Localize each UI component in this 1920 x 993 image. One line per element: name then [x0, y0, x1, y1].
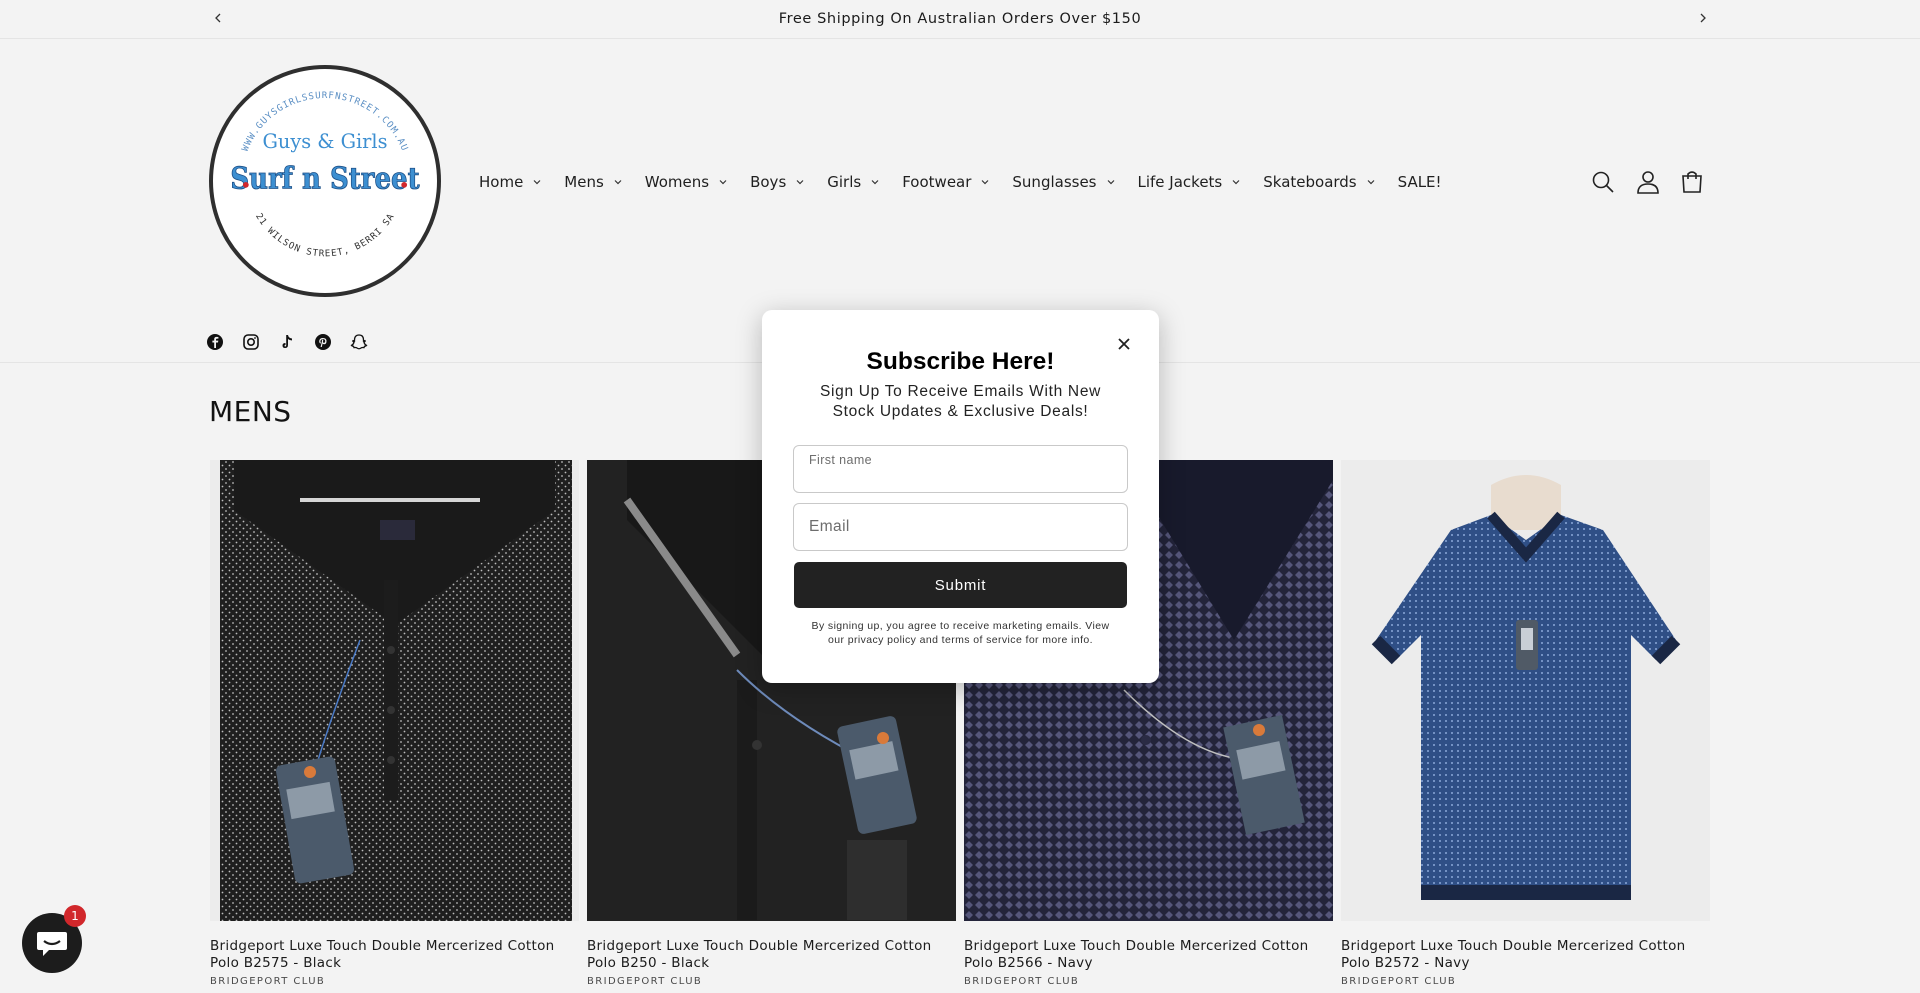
- nav-item-mens[interactable]: Mens: [564, 173, 623, 191]
- product-card[interactable]: Bridgeport Luxe Touch Double Mercerized …: [1341, 460, 1710, 987]
- chat-bubble-icon: [37, 932, 67, 956]
- popup-subheading: Sign Up To Receive Emails With New Stock…: [819, 383, 1102, 420]
- main-nav: Home Mens Womens Boys Girls Footwear Sun…: [479, 170, 1464, 194]
- announcement-prev-button[interactable]: [208, 8, 228, 28]
- cart-icon: [1682, 171, 1702, 193]
- product-card[interactable]: Bridgeport Luxe Touch Double Mercerized …: [210, 460, 579, 987]
- submit-button[interactable]: Submit: [794, 562, 1127, 608]
- nav-item-life-jackets[interactable]: Life Jackets: [1138, 173, 1242, 191]
- product-photo-black-patterned-polo: [210, 460, 579, 921]
- chevron-down-icon: [719, 180, 727, 185]
- chevron-down-icon: [533, 180, 541, 185]
- chevron-down-icon: [871, 180, 879, 185]
- nav-item-label: Home: [479, 173, 524, 191]
- tiktok-icon: [282, 335, 292, 348]
- popup-legal-text: By signing up, you agree to receive mark…: [811, 620, 1110, 646]
- product-vendor: BRIDGEPORT CLUB: [210, 976, 326, 987]
- cart-button[interactable]: [1679, 169, 1705, 195]
- logo-line2: Surf n Street: [230, 162, 419, 197]
- nav-item-home[interactable]: Home: [479, 173, 542, 191]
- logo-image: WWW.GUYSGIRLSSURFNSTREET.COM.AU 21 WILSO…: [230, 90, 420, 259]
- snapchat-icon: [350, 334, 368, 350]
- product-title[interactable]: Bridgeport Luxe Touch Double Mercerized …: [1341, 938, 1710, 972]
- product-image[interactable]: [1341, 460, 1710, 921]
- chevron-down-icon: [1107, 180, 1114, 185]
- account-button[interactable]: [1635, 169, 1661, 195]
- page-title: MENS: [209, 395, 292, 428]
- nav-item-label: Womens: [644, 173, 710, 191]
- nav-item-footwear[interactable]: Footwear: [902, 173, 990, 191]
- product-vendor: BRIDGEPORT CLUB: [964, 976, 1080, 987]
- first-name-label: First name: [809, 453, 873, 467]
- store-logo[interactable]: WWW.GUYSGIRLSSURFNSTREET.COM.AU 21 WILSO…: [209, 65, 441, 297]
- nav-item-girls[interactable]: Girls: [827, 173, 880, 191]
- nav-item-label: SALE!: [1397, 173, 1442, 191]
- nav-item-skateboards[interactable]: Skateboards: [1263, 173, 1375, 191]
- nav-item-label: Life Jackets: [1137, 173, 1223, 191]
- nav-item-label: Footwear: [902, 173, 972, 191]
- pinterest-icon: [315, 334, 331, 350]
- facebook-icon: [207, 334, 223, 350]
- chat-notification-badge: 1: [64, 905, 86, 927]
- pinterest-link[interactable]: [314, 333, 332, 351]
- search-icon: [1592, 171, 1614, 193]
- first-name-field[interactable]: First name: [793, 445, 1128, 493]
- email-placeholder: Email: [809, 518, 850, 535]
- nav-item-label: Girls: [827, 173, 862, 191]
- product-image[interactable]: [210, 460, 579, 921]
- announcement-bar: Free Shipping On Australian Orders Over …: [0, 0, 1920, 39]
- announcement-next-button[interactable]: [1693, 8, 1713, 28]
- snapchat-link[interactable]: [350, 333, 368, 351]
- nav-item-womens[interactable]: Womens: [645, 173, 728, 191]
- nav-item-label: Mens: [564, 173, 604, 191]
- subscribe-popup: Subscribe Here! Sign Up To Receive Email…: [762, 310, 1159, 683]
- account-icon: [1637, 171, 1659, 194]
- nav-item-sale[interactable]: SALE!: [1398, 173, 1442, 191]
- nav-item-label: Skateboards: [1263, 173, 1357, 191]
- product-title[interactable]: Bridgeport Luxe Touch Double Mercerized …: [964, 938, 1333, 972]
- nav-item-boys[interactable]: Boys: [750, 173, 805, 191]
- tiktok-link[interactable]: [278, 333, 296, 351]
- chevron-down-icon: [796, 180, 804, 185]
- email-field[interactable]: Email: [793, 503, 1128, 551]
- instagram-icon: [243, 334, 259, 350]
- logo-ring-bottom: 21 WILSON STREET, BERRI SA: [253, 211, 396, 259]
- product-title[interactable]: Bridgeport Luxe Touch Double Mercerized …: [587, 938, 956, 972]
- nav-item-sunglasses[interactable]: Sunglasses: [1012, 173, 1115, 191]
- svg-text:21 WILSON STREET, BERRI SA: 21 WILSON STREET, BERRI SA: [253, 211, 397, 259]
- product-title[interactable]: Bridgeport Luxe Touch Double Mercerized …: [210, 938, 579, 972]
- instagram-link[interactable]: [242, 333, 260, 351]
- product-photo-blue-polo-on-mannequin: [1341, 460, 1710, 921]
- chevron-down-icon: [614, 180, 622, 185]
- popup-heading: Subscribe Here!: [866, 348, 1055, 375]
- search-button[interactable]: [1590, 169, 1616, 195]
- announcement-text: Free Shipping On Australian Orders Over …: [778, 11, 1142, 27]
- facebook-link[interactable]: [206, 333, 224, 351]
- nav-item-label: Boys: [750, 173, 787, 191]
- product-vendor: BRIDGEPORT CLUB: [1341, 976, 1457, 987]
- chevron-down-icon: [1232, 180, 1240, 185]
- product-vendor: BRIDGEPORT CLUB: [587, 976, 703, 987]
- chevron-down-icon: [1367, 180, 1375, 185]
- chevron-right-icon: [1700, 13, 1706, 23]
- chevron-left-icon: [215, 13, 221, 23]
- chevron-down-icon: [981, 180, 989, 185]
- logo-line1: Guys & Girls: [263, 130, 388, 153]
- nav-item-label: Sunglasses: [1012, 173, 1097, 191]
